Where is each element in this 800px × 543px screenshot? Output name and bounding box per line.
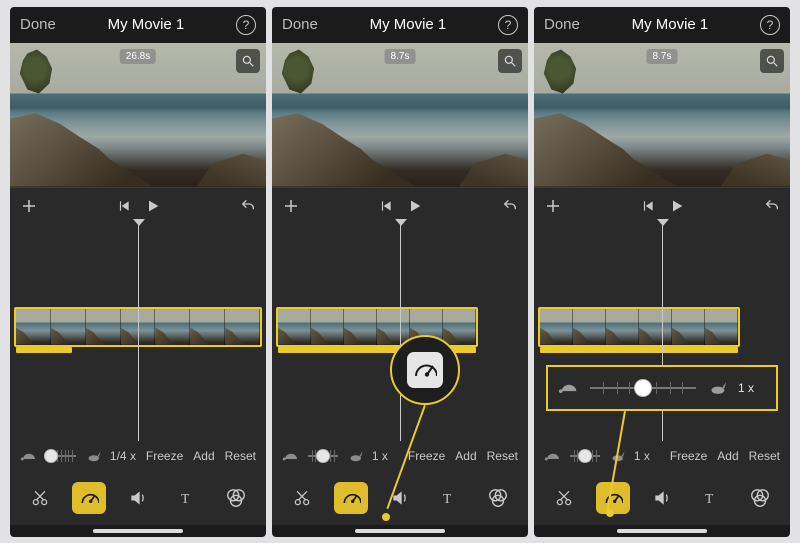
turtle-icon xyxy=(558,380,580,395)
volume-tool[interactable] xyxy=(121,482,155,514)
svg-text:T: T xyxy=(181,491,189,506)
titles-tool[interactable]: T xyxy=(170,482,204,514)
project-title: My Movie 1 xyxy=(108,16,185,33)
undo-button[interactable] xyxy=(502,198,518,214)
phone-panel-2: Done My Movie 1 ? 8.7s xyxy=(272,7,528,537)
add-media-button[interactable] xyxy=(282,197,300,215)
edit-toolbar: T xyxy=(10,471,266,525)
zoom-button[interactable] xyxy=(760,49,784,73)
timeline[interactable] xyxy=(272,225,528,441)
add-speed-button[interactable]: Add xyxy=(193,449,214,463)
titles-tool[interactable]: T xyxy=(694,482,728,514)
speed-slider[interactable] xyxy=(590,380,696,396)
duration-badge: 26.8s xyxy=(120,49,156,64)
freeze-button[interactable]: Freeze xyxy=(670,449,707,463)
timeline[interactable]: 1 x xyxy=(534,225,790,441)
project-title: My Movie 1 xyxy=(370,16,447,33)
phone-panel-1: Done My Movie 1 ? 26.8s xyxy=(10,7,266,537)
done-button[interactable]: Done xyxy=(544,16,580,33)
reset-speed-button[interactable]: Reset xyxy=(749,449,780,463)
home-indicator[interactable] xyxy=(617,529,707,533)
rabbit-icon xyxy=(706,380,728,395)
timeline[interactable] xyxy=(10,225,266,441)
header: Done My Movie 1 ? xyxy=(10,7,266,43)
undo-button[interactable] xyxy=(764,198,780,214)
play-button[interactable] xyxy=(669,198,685,214)
phone-panel-3: Done My Movie 1 ? 8.7s xyxy=(534,7,790,537)
clip-speed-band xyxy=(540,347,738,353)
home-indicator[interactable] xyxy=(93,529,183,533)
filters-tool[interactable] xyxy=(743,482,777,514)
callout-speed-tool xyxy=(390,335,460,405)
zoom-button[interactable] xyxy=(236,49,260,73)
rabbit-icon xyxy=(346,450,364,462)
preview-viewport[interactable]: 8.7s xyxy=(272,43,528,187)
turtle-icon xyxy=(20,450,38,462)
clip-selected[interactable] xyxy=(538,307,740,347)
zoom-button[interactable] xyxy=(498,49,522,73)
callout-speed-slider: 1 x xyxy=(546,365,778,411)
speed-value: 1 x xyxy=(634,449,662,463)
speed-slider-thumb[interactable] xyxy=(634,379,652,397)
callout-end-dot xyxy=(382,513,390,521)
speed-value: 1/4 x xyxy=(110,449,138,463)
trim-tool[interactable] xyxy=(23,482,57,514)
trim-tool[interactable] xyxy=(285,482,319,514)
speed-tool[interactable] xyxy=(72,482,106,514)
add-speed-button[interactable]: Add xyxy=(717,449,738,463)
speed-slider[interactable] xyxy=(308,448,338,464)
filters-tool[interactable] xyxy=(481,482,515,514)
add-speed-button[interactable]: Add xyxy=(455,449,476,463)
reset-speed-button[interactable]: Reset xyxy=(487,449,518,463)
project-title: My Movie 1 xyxy=(632,16,709,33)
help-button[interactable]: ? xyxy=(760,15,780,35)
reset-speed-button[interactable]: Reset xyxy=(225,449,256,463)
help-button[interactable]: ? xyxy=(498,15,518,35)
speed-slider[interactable] xyxy=(570,448,600,464)
preview-viewport[interactable]: 8.7s xyxy=(534,43,790,187)
speed-tool[interactable] xyxy=(334,482,368,514)
titles-tool[interactable]: T xyxy=(432,482,466,514)
duration-badge: 8.7s xyxy=(647,49,678,64)
filters-tool[interactable] xyxy=(219,482,253,514)
duration-badge: 8.7s xyxy=(385,49,416,64)
trim-tool[interactable] xyxy=(547,482,581,514)
volume-tool[interactable] xyxy=(645,482,679,514)
done-button[interactable]: Done xyxy=(282,16,318,33)
speed-slider-thumb[interactable] xyxy=(316,449,330,463)
play-button[interactable] xyxy=(145,198,161,214)
speed-slider-thumb[interactable] xyxy=(578,449,592,463)
speed-tool[interactable] xyxy=(596,482,630,514)
speed-slider-thumb[interactable] xyxy=(44,449,58,463)
rewind-button[interactable] xyxy=(641,199,655,213)
svg-text:T: T xyxy=(443,491,451,506)
speedometer-icon xyxy=(413,358,437,382)
rabbit-icon xyxy=(84,450,102,462)
speed-value: 1 x xyxy=(372,449,400,463)
freeze-button[interactable]: Freeze xyxy=(408,449,445,463)
svg-text:T: T xyxy=(705,491,713,506)
freeze-button[interactable]: Freeze xyxy=(146,449,183,463)
home-indicator[interactable] xyxy=(355,529,445,533)
rewind-button[interactable] xyxy=(379,199,393,213)
turtle-icon xyxy=(544,450,562,462)
help-button[interactable]: ? xyxy=(236,15,256,35)
rewind-button[interactable] xyxy=(117,199,131,213)
playhead[interactable] xyxy=(138,225,139,441)
undo-button[interactable] xyxy=(240,198,256,214)
clip-selected[interactable] xyxy=(276,307,478,347)
add-media-button[interactable] xyxy=(544,197,562,215)
playhead[interactable] xyxy=(400,225,401,441)
speed-control-row: 1/4 x Freeze Add Reset xyxy=(10,441,266,471)
speed-slider[interactable] xyxy=(46,448,76,464)
done-button[interactable]: Done xyxy=(20,16,56,33)
clip-speed-band xyxy=(16,347,72,353)
preview-viewport[interactable]: 26.8s xyxy=(10,43,266,187)
speed-value: 1 x xyxy=(738,381,766,395)
add-media-button[interactable] xyxy=(20,197,38,215)
callout-end-dot xyxy=(606,509,614,517)
play-button[interactable] xyxy=(407,198,423,214)
turtle-icon xyxy=(282,450,300,462)
